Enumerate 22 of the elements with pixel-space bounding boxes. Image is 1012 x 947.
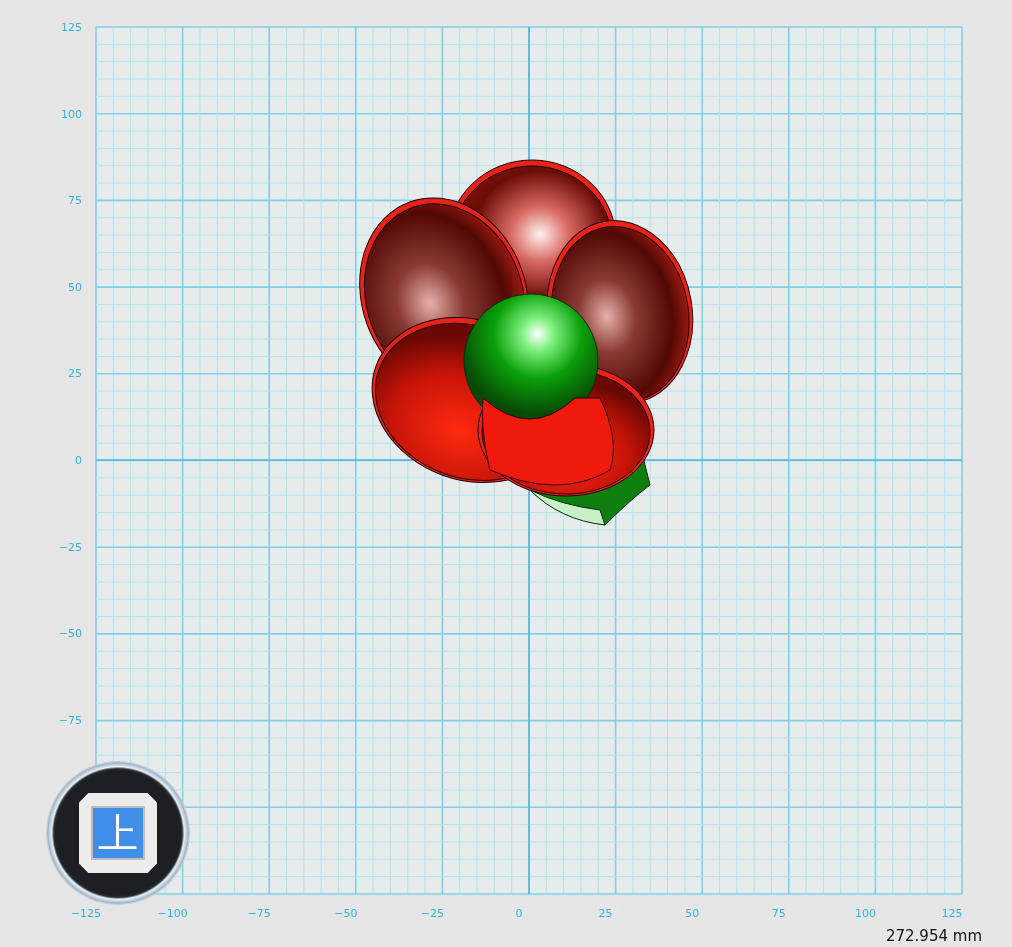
axis-label: −50: [334, 907, 358, 920]
axis-label: −75: [58, 713, 82, 727]
axis-label: 25: [68, 367, 82, 381]
axis-label: −50: [58, 627, 82, 641]
axis-label: 125: [61, 21, 82, 34]
axis-label: 50: [68, 280, 82, 294]
axis-label: 0: [515, 907, 523, 920]
axis-label: 50: [685, 907, 700, 920]
axis-label: −100: [157, 907, 188, 920]
axis-label: 25: [598, 907, 613, 920]
axis-label: −125: [70, 907, 102, 920]
axis-label: −25: [420, 907, 444, 920]
axis-label: 125: [941, 907, 963, 920]
axis-label: 75: [68, 194, 82, 208]
axis-label: −75: [247, 907, 271, 920]
axis-label: 75: [771, 907, 786, 920]
view-cube-control[interactable]: 上: [47, 762, 189, 904]
axis-label: 100: [854, 907, 876, 920]
axis-label: −25: [58, 540, 82, 554]
axis-label: 0: [75, 454, 82, 467]
axis-label: 100: [61, 107, 82, 121]
scale-readout: 272.954 mm: [885, 927, 982, 945]
